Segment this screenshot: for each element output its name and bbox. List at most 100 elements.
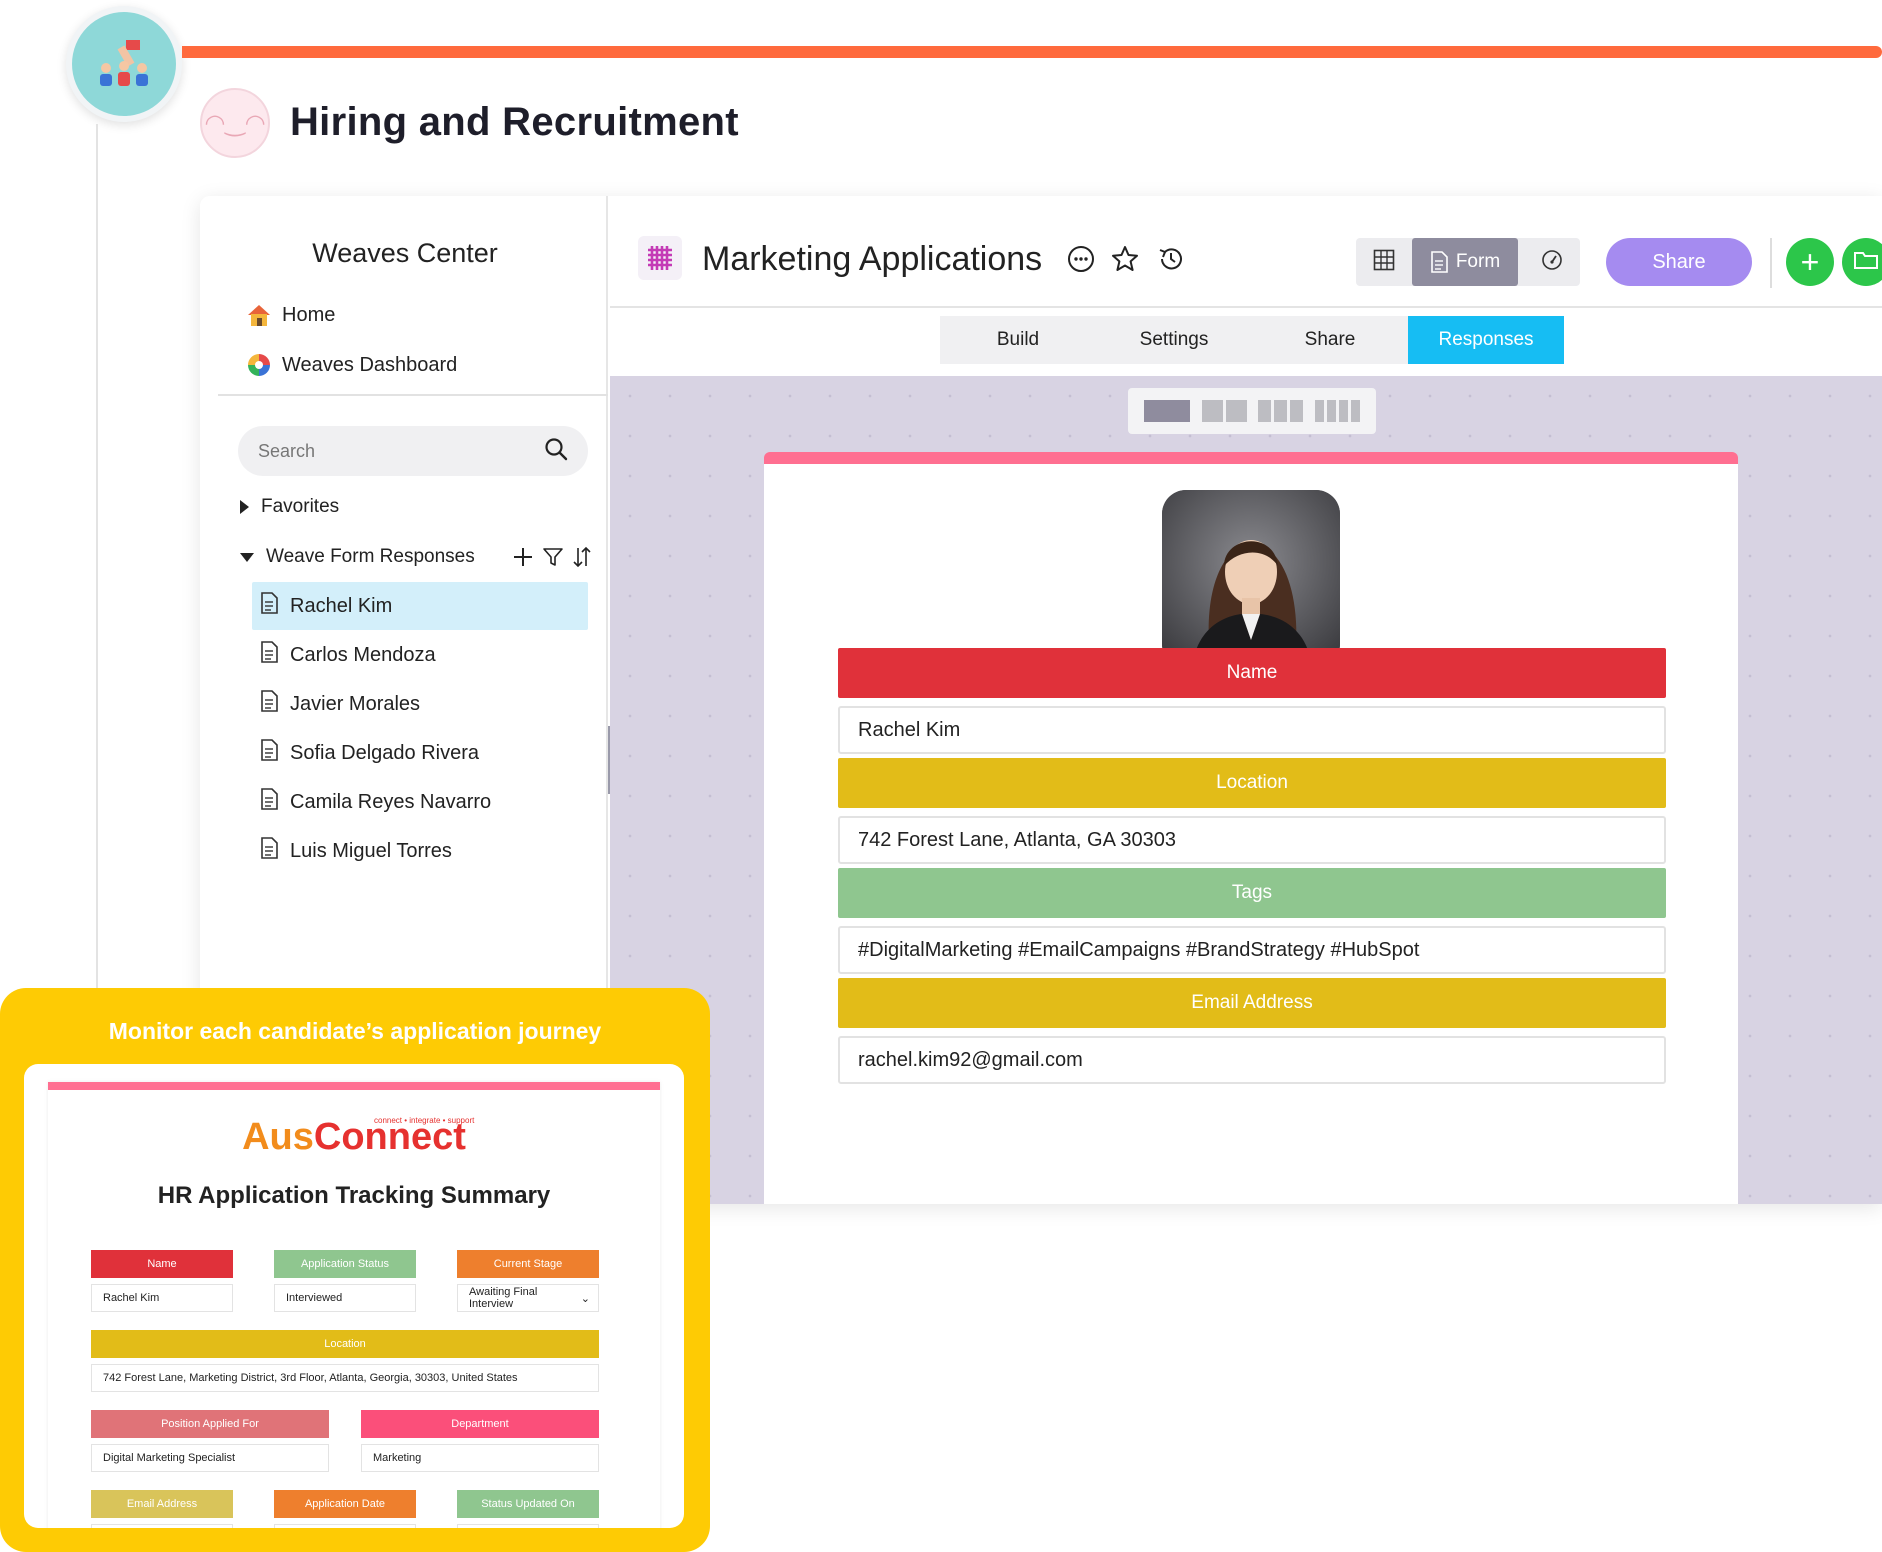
- dashboard-view-button[interactable]: [1524, 238, 1580, 286]
- summary-location-value: 742 Forest Lane, Marketing District, 3rd…: [91, 1364, 599, 1392]
- sidebar-nav: Home Weaves Dashboard: [246, 290, 457, 390]
- favorites-toggle[interactable]: Favorites: [240, 496, 339, 518]
- share-button[interactable]: Share: [1606, 238, 1752, 286]
- more-options-icon[interactable]: [1066, 244, 1096, 274]
- document-icon: [1430, 251, 1448, 273]
- filter-icon[interactable]: [542, 546, 564, 573]
- sidebar-search[interactable]: [238, 426, 588, 476]
- sidebar-divider: [218, 394, 608, 396]
- document-icon: [260, 788, 278, 816]
- folder-icon: [1853, 249, 1879, 276]
- grid-view-button[interactable]: [1356, 238, 1412, 286]
- form-tabs: Build Settings Share Responses: [940, 316, 1564, 364]
- layout-1-column[interactable]: [1143, 400, 1190, 422]
- plus-icon: +: [1800, 243, 1820, 280]
- header-accent-bar: [182, 46, 1882, 58]
- summary-name-value: Rachel Kim: [91, 1284, 233, 1312]
- summary-email-address-label: Email Address: [91, 1490, 233, 1518]
- list-item[interactable]: Camila Reyes Navarro: [252, 778, 588, 826]
- star-icon[interactable]: [1110, 244, 1140, 274]
- summary-current-stage-text: Awaiting Final Interview: [469, 1286, 538, 1310]
- team-hiring-icon: [72, 12, 176, 116]
- sidebar-title: Weaves Center: [312, 238, 498, 268]
- add-button[interactable]: +: [1786, 238, 1834, 286]
- document-icon: [260, 592, 278, 620]
- view-switcher: Form: [1356, 238, 1580, 286]
- summary-email-address-value: rachel.kim92@gmail.com: [91, 1524, 233, 1528]
- list-item[interactable]: Sofia Delgado Rivera: [252, 729, 588, 777]
- document-icon: [260, 739, 278, 767]
- document-icon: [260, 641, 278, 669]
- tab-share[interactable]: Share: [1252, 316, 1408, 364]
- weave-title: Marketing Applications: [702, 240, 1043, 278]
- promo-preview: AusConnect connect • integrate • support…: [24, 1064, 684, 1528]
- summary-name-label: Name: [91, 1250, 233, 1278]
- summary-application-date-label: Application Date: [274, 1490, 416, 1518]
- layout-4-column[interactable]: [1315, 400, 1361, 422]
- list-item-label: Carlos Mendoza: [290, 643, 436, 666]
- sidebar-item-label: Home: [282, 303, 336, 326]
- document-title: HR Application Tracking Summary: [157, 1182, 551, 1209]
- promo-card: Monitor each candidate’s application jou…: [0, 988, 710, 1552]
- form-canvas: Name Rachel Kim Location 742 Forest Lane, A…: [610, 376, 1882, 1204]
- add-icon[interactable]: [512, 546, 534, 573]
- summary-position-applied-text: Digital Marketing Specialist: [103, 1452, 236, 1464]
- location-value[interactable]: 742 Forest Lane, Atlanta, GA 30303: [838, 816, 1666, 864]
- name-value[interactable]: Rachel Kim: [838, 706, 1666, 754]
- summary-current-stage-label: Current Stage: [457, 1250, 599, 1278]
- chevron-down-icon[interactable]: ⌄: [581, 1292, 590, 1305]
- sort-icon[interactable]: [572, 546, 592, 573]
- tags-value[interactable]: #DigitalMarketing #EmailCampaigns #Brand…: [838, 926, 1666, 974]
- document-icon: [260, 837, 278, 865]
- layout-3-column[interactable]: [1258, 400, 1304, 422]
- tags-label: Tags: [838, 868, 1666, 918]
- tab-build[interactable]: Build: [940, 316, 1096, 364]
- dashboard-icon: [246, 352, 272, 378]
- tab-settings[interactable]: Settings: [1096, 316, 1252, 364]
- list-item[interactable]: Rachel Kim: [252, 582, 588, 630]
- location-label: Location: [838, 758, 1666, 808]
- ausconnect-logo: AusConnect: [242, 1116, 466, 1158]
- caret-down-icon: [240, 552, 254, 562]
- hero-badge: [66, 6, 182, 122]
- list-item[interactable]: Luis Miguel Torres: [252, 827, 588, 875]
- summary-status-updated-label: Status Updated On: [457, 1490, 599, 1518]
- summary-location-label: Location: [91, 1330, 599, 1358]
- summary-application-status-value: Interviewed: [274, 1284, 416, 1312]
- list-item-label: Rachel Kim: [290, 594, 393, 617]
- search-input[interactable]: [258, 440, 544, 462]
- page-title: Hiring and Recruitment: [290, 100, 739, 144]
- caret-right-icon: [240, 500, 249, 514]
- list-item-label: Javier Morales: [290, 692, 421, 715]
- list-item[interactable]: Javier Morales: [252, 680, 588, 728]
- summary-name-text: Rachel Kim: [103, 1292, 160, 1304]
- weave-grid-icon: [638, 236, 682, 280]
- summary-department-value: Marketing: [361, 1444, 599, 1472]
- responses-section-toggle[interactable]: Weave Form Responses: [240, 546, 475, 568]
- toolbar-divider-line: [610, 306, 1882, 308]
- sidebar-item-home[interactable]: Home: [246, 290, 457, 340]
- favorites-label: Favorites: [261, 496, 340, 517]
- logo-tagline: connect • integrate • support: [374, 1116, 475, 1125]
- layout-2-column[interactable]: [1201, 400, 1247, 422]
- sidebar-item-dashboard[interactable]: Weaves Dashboard: [246, 340, 457, 390]
- summary-application-status-text: Interviewed: [286, 1292, 343, 1304]
- candidate-photo: [1162, 490, 1340, 668]
- search-icon[interactable]: [544, 437, 568, 466]
- sidebar-item-label: Weaves Dashboard: [282, 353, 458, 376]
- email-address-value[interactable]: rachel.kim92@gmail.com: [838, 1036, 1666, 1084]
- form-view-button[interactable]: Form: [1412, 238, 1518, 286]
- summary-department-label: Department: [361, 1410, 599, 1438]
- tab-responses[interactable]: Responses: [1408, 316, 1564, 364]
- home-icon: [246, 302, 272, 328]
- summary-department-text: Marketing: [373, 1452, 422, 1464]
- history-icon[interactable]: [1156, 244, 1186, 274]
- section-actions: [512, 546, 592, 573]
- summary-position-applied-value: Digital Marketing Specialist: [91, 1444, 329, 1472]
- gauge-icon: [1541, 249, 1563, 276]
- responses-section-label: Weave Form Responses: [266, 546, 475, 567]
- folder-button[interactable]: [1842, 238, 1882, 286]
- summary-application-status-label: Application Status: [274, 1250, 416, 1278]
- list-item[interactable]: Carlos Mendoza: [252, 631, 588, 679]
- email-address-label: Email Address: [838, 978, 1666, 1028]
